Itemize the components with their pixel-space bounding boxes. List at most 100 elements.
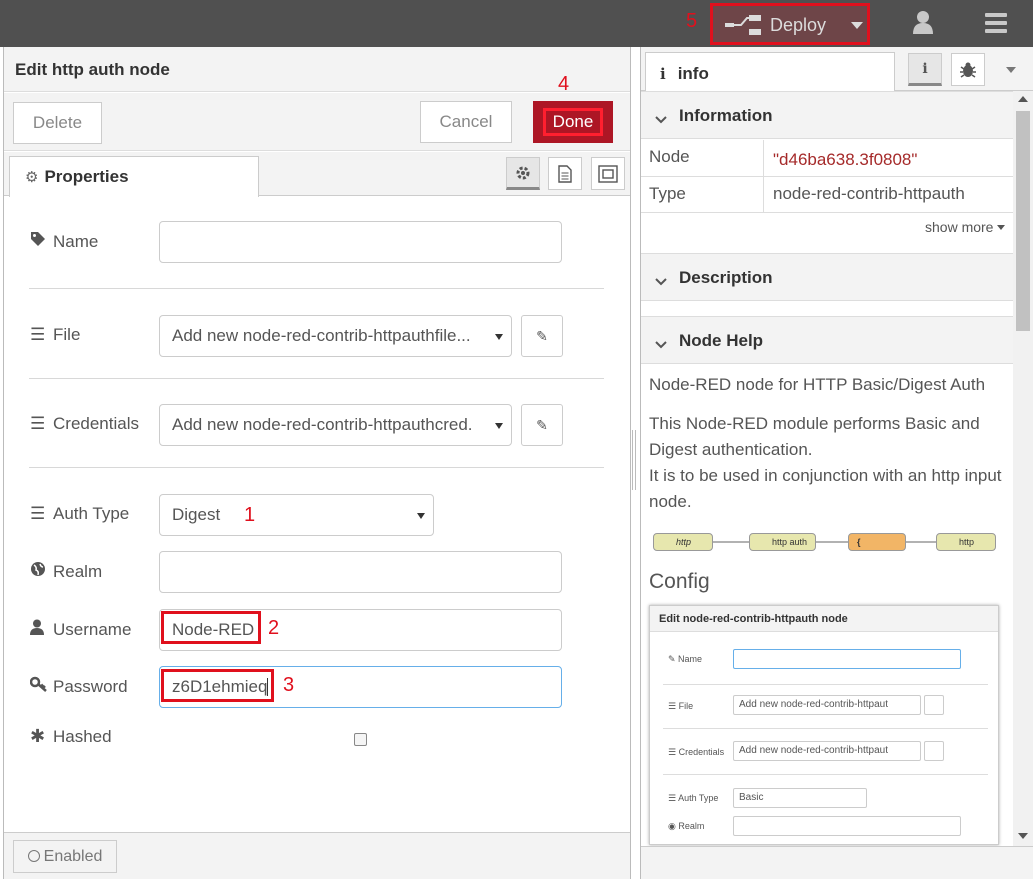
divider	[29, 378, 604, 379]
globe-icon	[30, 561, 50, 582]
scroll-down-icon[interactable]	[1018, 833, 1028, 839]
annotation-4: 4	[558, 73, 570, 95]
hashed-label: ✱ Hashed	[30, 726, 112, 746]
credentials-select[interactable]: Add new node-red-contrib-httpauthcred.	[159, 404, 512, 446]
help-paragraph: This Node-RED module performs Basic and …	[649, 411, 1004, 515]
auth-type-label: ☰ Auth Type	[30, 504, 130, 523]
file-edit-button[interactable]: ✎	[521, 315, 563, 357]
credentials-label: ☰ Credentials	[30, 414, 139, 433]
info-icon: i	[660, 65, 666, 83]
menu-icon[interactable]	[985, 13, 1007, 37]
panel-splitter[interactable]	[632, 430, 636, 490]
appearance-tab-icon[interactable]	[591, 157, 625, 190]
help-paragraph-line: It is to be used in conjunction with an …	[649, 466, 1002, 511]
edit-tray: Edit http auth node Delete Cancel 4 Done…	[3, 47, 631, 879]
delete-button[interactable]: Delete	[13, 102, 102, 144]
enabled-toggle-button[interactable]: Enabled	[13, 840, 117, 873]
list-icon: ☰	[30, 414, 46, 433]
show-more-link[interactable]: show more	[925, 219, 1006, 235]
settings-tab-icon[interactable]	[506, 157, 540, 190]
info-sidebar: i info i Information Node "d46ba638.3f080…	[640, 47, 1033, 879]
annotation-5: 5	[686, 10, 698, 32]
pencil-icon: ✎	[536, 327, 548, 344]
file-label: ☰ File	[30, 325, 81, 344]
node-help-section-header[interactable]: Node Help	[641, 316, 1013, 364]
info-row-type: Type node-red-contrib-httpauth	[641, 177, 1013, 213]
config-image-realm-input	[733, 816, 961, 836]
hashed-checkbox[interactable]	[354, 733, 367, 746]
config-image-file-select: Add new node-red-contrib-httpaut	[733, 695, 921, 715]
realm-input[interactable]	[159, 551, 562, 593]
tab-properties[interactable]: ⚙ Properties	[9, 156, 259, 197]
annotation-2: 2	[268, 617, 280, 639]
tab-info[interactable]: i info	[645, 52, 895, 92]
config-image-credentials-label: ☰ Credentials	[668, 747, 725, 757]
list-icon: ☰	[30, 504, 46, 523]
config-image-auth-type-label: ☰ Auth Type	[668, 793, 719, 803]
sidebar-scrollbar[interactable]	[1013, 91, 1033, 846]
sidebar-menu-chevron-icon[interactable]	[1006, 67, 1016, 73]
config-image-credentials-select: Add new node-red-contrib-httpaut	[733, 741, 921, 761]
tray-toolbar: Delete Cancel 4 Done	[4, 73, 630, 151]
info-key: Type	[649, 184, 686, 203]
deploy-dropdown-icon[interactable]	[851, 22, 863, 29]
flow-node-http-auth: http auth	[749, 533, 816, 551]
chevron-down-icon	[655, 271, 667, 291]
example-flow-image: http http auth { http	[653, 531, 998, 555]
circle-icon	[27, 850, 40, 862]
node-help-title: Node Help	[679, 331, 764, 350]
auth-type-select[interactable]: Digest	[159, 494, 434, 536]
pencil-icon: ✎	[536, 416, 548, 433]
config-screenshot-image: Edit node-red-contrib-httpauth node ✎ Na…	[649, 605, 999, 845]
info-value: node-red-contrib-httpauth	[773, 184, 965, 203]
gear-icon: ⚙	[25, 169, 39, 186]
user-icon[interactable]	[912, 10, 934, 37]
deploy-icon	[725, 15, 761, 38]
chevron-down-icon	[495, 423, 503, 429]
tray-title: Edit http auth node	[4, 47, 630, 92]
tray-tabs: ⚙ Properties	[4, 152, 630, 197]
debug-tab-icon[interactable]	[951, 53, 985, 86]
deploy-button[interactable]: Deploy	[710, 3, 870, 45]
caret-down-icon	[997, 225, 1006, 230]
deploy-label: Deploy	[770, 15, 827, 35]
description-tab-icon[interactable]	[548, 157, 582, 190]
tray-footer: Enabled	[4, 832, 630, 879]
flow-node-http-in: http	[653, 533, 713, 551]
scroll-thumb[interactable]	[1016, 111, 1030, 331]
info-row-node: Node "d46ba638.3f0808"	[641, 140, 1013, 177]
credentials-edit-button[interactable]: ✎	[521, 404, 563, 446]
annotation-box-3	[161, 669, 274, 702]
description-section-header[interactable]: Description	[641, 253, 1013, 301]
config-image-title: Edit node-red-contrib-httpauth node	[650, 606, 998, 632]
config-image-name-label: ✎ Name	[668, 654, 703, 664]
config-image-edit-icon	[924, 741, 944, 761]
sidebar-footer	[641, 846, 1033, 879]
done-button[interactable]: Done	[533, 101, 613, 143]
password-label: Password	[29, 676, 128, 697]
config-image-edit-icon	[924, 695, 944, 715]
config-image-auth-type-select: Basic	[733, 788, 867, 808]
info-tab-icon[interactable]: i	[908, 53, 942, 86]
annotation-3: 3	[283, 674, 295, 696]
information-section-header[interactable]: Information	[641, 91, 1013, 139]
user-icon	[30, 619, 50, 640]
config-heading: Config	[649, 570, 710, 593]
chevron-down-icon	[495, 334, 503, 340]
top-header: 5 Deploy	[0, 0, 1033, 47]
flow-node-function: {	[848, 533, 906, 551]
information-title: Information	[679, 106, 773, 125]
config-image-realm-label: ◉ Realm	[668, 821, 705, 831]
cancel-button[interactable]: Cancel	[420, 101, 512, 143]
annotation-box-2	[161, 611, 261, 644]
annotation-1: 1	[244, 504, 256, 526]
name-input[interactable]	[159, 221, 562, 263]
scroll-up-icon[interactable]	[1018, 96, 1028, 102]
username-label: Username	[30, 619, 131, 640]
config-image-file-label: ☰ File	[668, 701, 694, 711]
info-value: "d46ba638.3f0808"	[773, 150, 918, 169]
file-select[interactable]: Add new node-red-contrib-httpauthfile...	[159, 315, 512, 357]
asterisk-icon: ✱	[30, 726, 46, 746]
help-summary: Node-RED node for HTTP Basic/Digest Auth	[649, 375, 986, 394]
tab-info-label: info	[677, 64, 709, 83]
